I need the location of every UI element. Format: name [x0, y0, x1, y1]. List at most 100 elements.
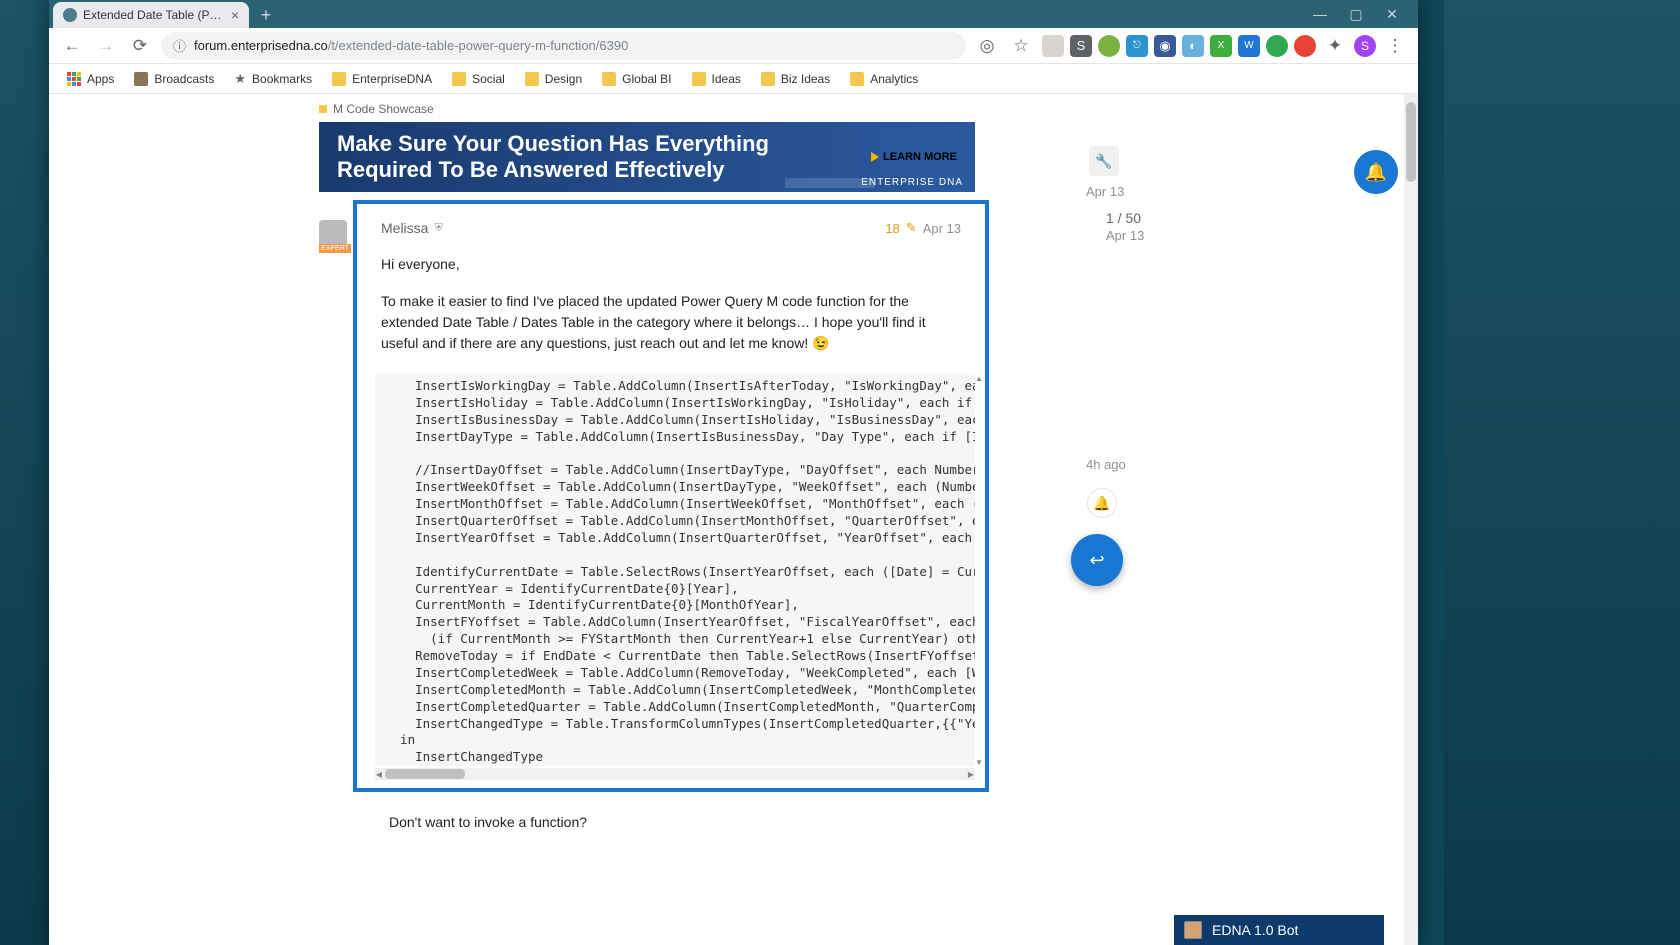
- extension-icons: S ⎋ ◉ ◐ X W ✦ S ⋮: [1042, 33, 1408, 59]
- bookmark-favicon: [134, 72, 148, 86]
- folder-icon: [692, 72, 706, 86]
- lock-icon: ⓘ: [173, 36, 186, 55]
- new-tab-button[interactable]: +: [253, 2, 279, 28]
- chat-avatar: [1184, 921, 1202, 939]
- apps-icon: [67, 72, 81, 86]
- bookmark-label: EnterpriseDNA: [352, 72, 432, 86]
- scroll-right-icon[interactable]: ▶: [965, 768, 977, 780]
- extension-icon-6[interactable]: ◐: [1182, 35, 1204, 57]
- minimize-button[interactable]: —: [1308, 6, 1332, 22]
- browser-tab[interactable]: Extended Date Table (Power Qu… ×: [53, 2, 249, 28]
- reload-button[interactable]: ⟳: [127, 33, 153, 59]
- bookmark-label: Apps: [87, 72, 114, 86]
- extension-icon-10[interactable]: [1294, 35, 1316, 57]
- window-controls: — ▢ ✕: [1294, 0, 1418, 28]
- admin-wrench-button[interactable]: 🔧: [1089, 146, 1119, 176]
- folder-icon: [850, 72, 864, 86]
- post-paragraph: Hi everyone,: [381, 254, 961, 275]
- banner-text: Make Sure Your Question Has Everything R…: [337, 131, 859, 184]
- followup-text: Don't want to invoke a function?: [389, 814, 587, 830]
- code-horizontal-scrollbar[interactable]: ◀ ▶: [375, 768, 975, 780]
- tab-title: Extended Date Table (Power Qu…: [83, 8, 225, 22]
- scroll-left-icon[interactable]: ◀: [373, 768, 385, 780]
- tab-bar: Extended Date Table (Power Qu… × + — ▢ ✕: [49, 0, 1418, 28]
- category-color: [319, 105, 327, 113]
- extension-icon-9[interactable]: [1266, 35, 1288, 57]
- category-tag[interactable]: M Code Showcase: [319, 102, 434, 116]
- extension-icon-3[interactable]: [1098, 35, 1120, 57]
- post-header: Melissa ⛨ 18 ✎ Apr 13: [381, 220, 961, 236]
- folder-icon: [332, 72, 346, 86]
- post-avatar-block[interactable]: EXPERT: [319, 220, 351, 253]
- edit-count[interactable]: 18: [885, 221, 899, 236]
- profile-avatar[interactable]: S: [1354, 35, 1376, 57]
- notifications-button[interactable]: 🔔: [1087, 488, 1117, 518]
- post-card: Melissa ⛨ 18 ✎ Apr 13 Hi everyone, To ma…: [353, 200, 989, 792]
- code-block[interactable]: InsertIsWorkingDay = Table.AddColumn(Ins…: [375, 374, 975, 766]
- bookmark-apps[interactable]: Apps: [59, 68, 122, 90]
- scrollbar-thumb[interactable]: [385, 769, 465, 779]
- timeline-counter-date: Apr 13: [1106, 228, 1144, 243]
- play-icon: [871, 152, 879, 162]
- extension-icon-1[interactable]: [1042, 35, 1064, 57]
- extension-icon-7[interactable]: X: [1210, 35, 1232, 57]
- chat-widget[interactable]: EDNA 1.0 Bot: [1174, 915, 1384, 945]
- bookmark-star-icon[interactable]: ☆: [1008, 33, 1034, 59]
- maximize-button[interactable]: ▢: [1344, 6, 1368, 23]
- bookmark-biz-ideas[interactable]: Biz Ideas: [753, 68, 838, 90]
- page-scrollbar[interactable]: [1404, 94, 1418, 945]
- star-icon: ★: [234, 71, 246, 87]
- bookmark-design[interactable]: Design: [517, 68, 590, 90]
- post-date[interactable]: Apr 13: [923, 221, 961, 236]
- back-button[interactable]: ←: [59, 33, 85, 59]
- banner-cta-button[interactable]: LEARN MORE: [871, 147, 957, 167]
- bookmark-label: Design: [545, 72, 582, 86]
- scroll-up-icon[interactable]: ▲: [975, 374, 983, 382]
- category-label: M Code Showcase: [333, 102, 434, 116]
- folder-icon: [761, 72, 775, 86]
- menu-button[interactable]: ⋮: [1382, 33, 1408, 59]
- code-block-container: InsertIsWorkingDay = Table.AddColumn(Ins…: [375, 374, 983, 780]
- url-text: forum.enterprisedna.co/t/extended-date-t…: [194, 38, 628, 53]
- bookmark-social[interactable]: Social: [444, 68, 513, 90]
- timeline-counter[interactable]: 1 / 50: [1106, 210, 1141, 226]
- bookmark-enterprisedna[interactable]: EnterpriseDNA: [324, 68, 440, 90]
- promo-banner[interactable]: Make Sure Your Question Has Everything R…: [319, 122, 975, 192]
- bookmark-global-bi[interactable]: Global BI: [594, 68, 679, 90]
- close-window-button[interactable]: ✕: [1380, 6, 1404, 23]
- extension-icon-4[interactable]: ⎋: [1126, 35, 1148, 57]
- chat-title: EDNA 1.0 Bot: [1212, 922, 1298, 938]
- tab-close-icon[interactable]: ×: [231, 7, 239, 23]
- browser-window: Extended Date Table (Power Qu… × + — ▢ ✕…: [49, 0, 1418, 945]
- banner-brand: ENTERPRISE DNA: [861, 177, 963, 188]
- forward-button[interactable]: →: [93, 33, 119, 59]
- extension-icon-5[interactable]: ◉: [1154, 35, 1176, 57]
- bookmark-bookmarks[interactable]: ★ Bookmarks: [226, 67, 320, 91]
- bookmark-analytics[interactable]: Analytics: [842, 68, 926, 90]
- post-author[interactable]: Melissa: [381, 220, 428, 236]
- bookmark-label: Global BI: [622, 72, 671, 86]
- address-input[interactable]: ⓘ forum.enterprisedna.co/t/extended-date…: [161, 32, 966, 60]
- bookmark-label: Bookmarks: [252, 72, 312, 86]
- pencil-icon: ✎: [906, 220, 917, 236]
- timeline-start-date[interactable]: Apr 13: [1086, 184, 1124, 199]
- reply-fab-button[interactable]: ↩: [1071, 534, 1123, 586]
- code-vertical-scrollbar[interactable]: ▲ ▼: [975, 374, 983, 766]
- scroll-down-icon[interactable]: ▼: [975, 758, 983, 766]
- bookmark-ideas[interactable]: Ideas: [684, 68, 749, 90]
- notification-fab-button[interactable]: 🔔: [1354, 150, 1398, 194]
- site-info-icon[interactable]: ◎: [974, 33, 1000, 59]
- extension-icon-8[interactable]: W: [1238, 35, 1260, 57]
- bookmark-label: Broadcasts: [154, 72, 214, 86]
- folder-icon: [452, 72, 466, 86]
- extension-icon-2[interactable]: S: [1070, 35, 1092, 57]
- timeline-end-date[interactable]: 4h ago: [1086, 457, 1126, 472]
- page-content: M Code Showcase Make Sure Your Question …: [49, 94, 1404, 945]
- page-viewport: M Code Showcase Make Sure Your Question …: [49, 94, 1418, 945]
- extensions-button[interactable]: ✦: [1322, 33, 1348, 59]
- bookmark-label: Ideas: [712, 72, 741, 86]
- scrollbar-thumb[interactable]: [1406, 102, 1416, 182]
- desktop-wallpaper-left: [0, 0, 49, 945]
- folder-icon: [525, 72, 539, 86]
- bookmark-broadcasts[interactable]: Broadcasts: [126, 68, 222, 90]
